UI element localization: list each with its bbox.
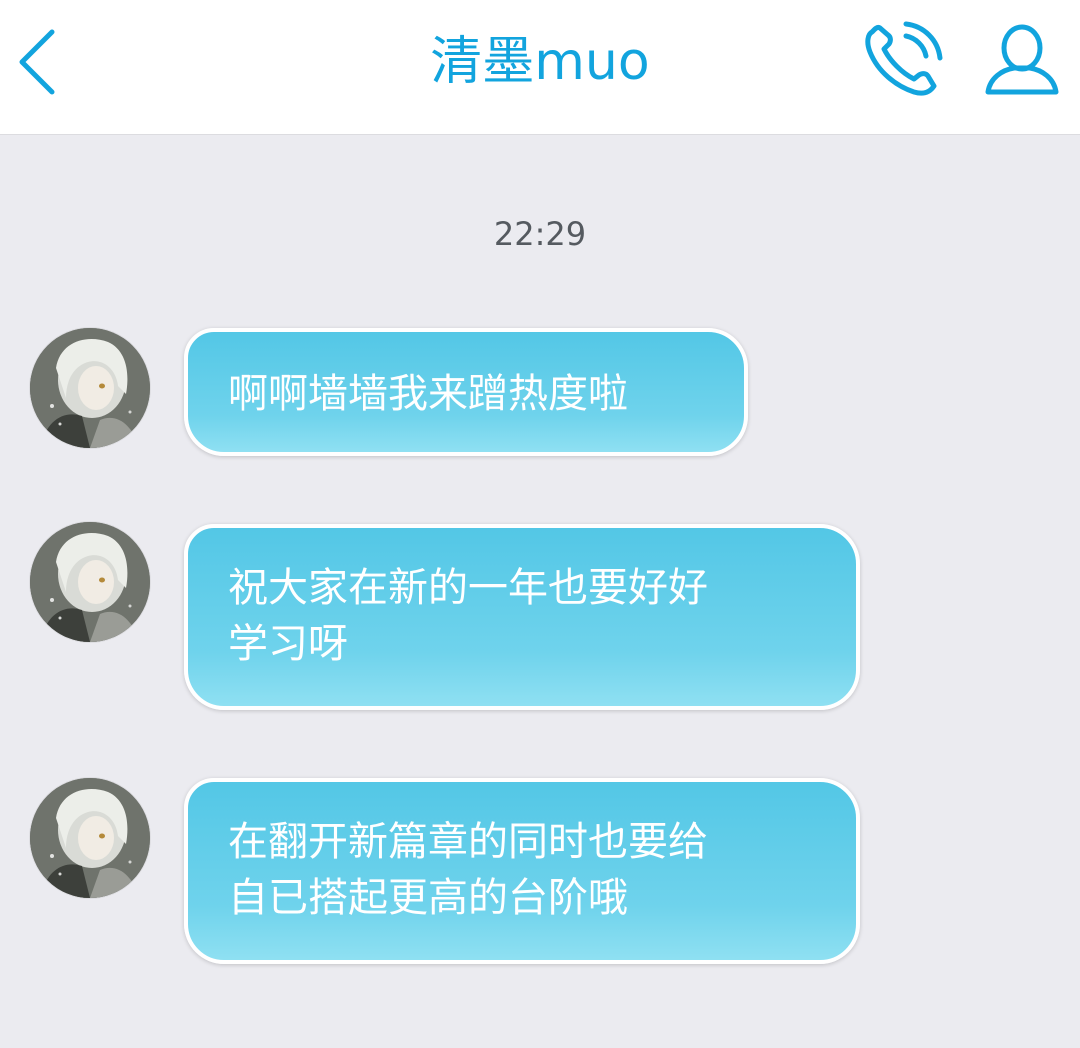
call-button[interactable]: [858, 20, 944, 100]
message-bubble[interactable]: 在翻开新篇章的同时也要给 自已搭起更高的台阶哦: [184, 778, 860, 964]
message-timestamp: 22:29: [493, 215, 587, 253]
message-text: 啊啊墙墙我来蹭热度啦: [228, 371, 628, 417]
user-icon: [985, 24, 1059, 95]
message-bubble[interactable]: 啊啊墙墙我来蹭热度啦: [184, 328, 748, 456]
message-text: 祝大家在新的一年也要好好 学习呀: [228, 565, 708, 667]
sender-avatar[interactable]: [30, 522, 150, 642]
phone-icon: [865, 21, 943, 96]
sender-avatar[interactable]: [30, 778, 150, 898]
chat-header: 清墨muo: [0, 0, 1080, 135]
profile-button[interactable]: [980, 20, 1064, 100]
avatar-image: [30, 328, 150, 448]
message-text: 在翻开新篇章的同时也要给 自已搭起更高的台阶哦: [228, 819, 708, 921]
avatar-image: [30, 778, 150, 898]
message-bubble[interactable]: 祝大家在新的一年也要好好 学习呀: [184, 524, 860, 710]
avatar-image: [30, 522, 150, 642]
sender-avatar[interactable]: [30, 328, 150, 448]
